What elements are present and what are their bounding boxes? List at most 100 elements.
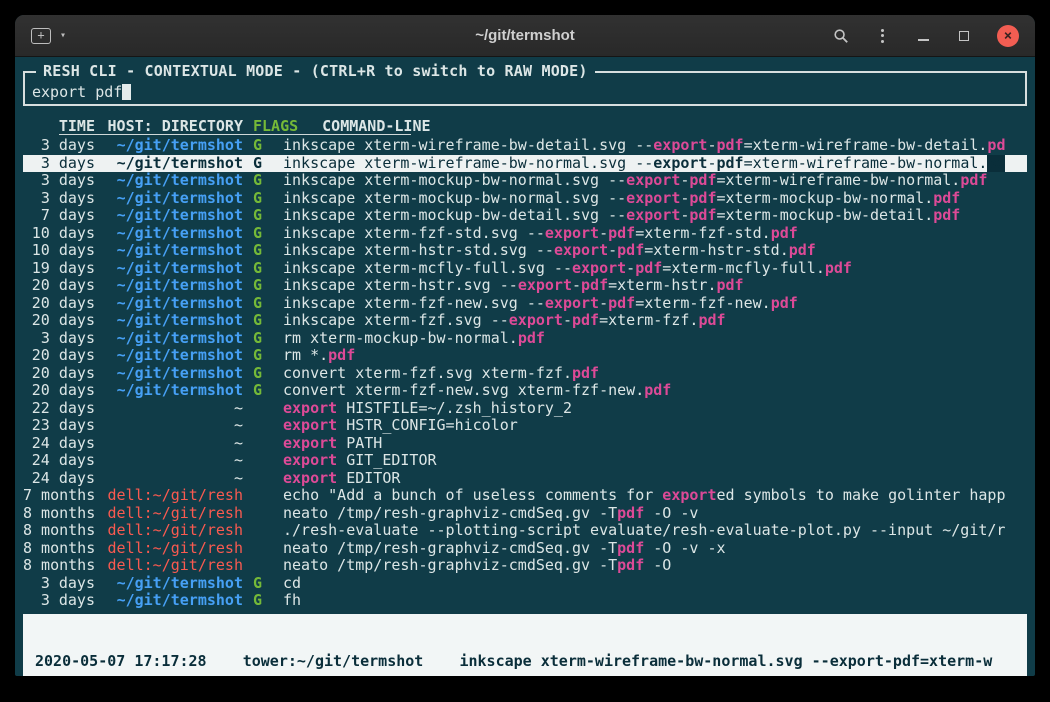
- flags-cell: [243, 487, 277, 505]
- time-cell: 3 days: [23, 190, 95, 208]
- search-icon[interactable]: [833, 28, 849, 44]
- host-directory-cell: ~/git/termshot: [95, 207, 243, 225]
- command-cell: neato /tmp/resh-graphviz-cmdSeq.gv -Tpdf…: [277, 540, 1027, 558]
- host-directory-cell: ~/git/termshot: [95, 277, 243, 295]
- flags-cell: G: [243, 137, 277, 155]
- header-host-directory: HOST: DIRECTORY: [95, 116, 243, 136]
- table-row[interactable]: 8 monthsdell:~/git/resh./resh-evaluate -…: [23, 522, 1027, 540]
- flags-cell: G: [243, 382, 277, 400]
- time-cell: 8 months: [23, 505, 95, 523]
- flags-cell: G: [243, 172, 277, 190]
- command-cell: convert xterm-fzf.svg xterm-fzf.pdf: [277, 365, 1027, 383]
- host-directory-cell: ~/git/termshot: [95, 312, 243, 330]
- history-table-body: 3 days~/git/termshotGinkscape xterm-wire…: [23, 137, 1027, 610]
- text-cursor: [122, 84, 131, 100]
- table-row-selected[interactable]: 3 days~/git/termshotGinkscape xterm-wire…: [23, 155, 1027, 173]
- time-cell: 3 days: [23, 155, 95, 173]
- table-row[interactable]: 3 days~/git/termshotGinkscape xterm-mock…: [23, 172, 1027, 190]
- table-row[interactable]: 10 days~/git/termshotGinkscape xterm-hst…: [23, 242, 1027, 260]
- table-row[interactable]: 20 days~/git/termshotGconvert xterm-fzf.…: [23, 365, 1027, 383]
- flags-cell: [243, 452, 277, 470]
- table-row[interactable]: 19 days~/git/termshotGinkscape xterm-mcf…: [23, 260, 1027, 278]
- host-directory-cell: dell:~/git/resh: [95, 557, 243, 575]
- host-directory-cell: ~: [95, 470, 243, 488]
- flags-cell: G: [243, 155, 277, 173]
- restore-icon[interactable]: [956, 28, 972, 44]
- flags-cell: G: [243, 260, 277, 278]
- time-cell: 20 days: [23, 365, 95, 383]
- host-directory-cell: dell:~/git/resh: [95, 522, 243, 540]
- table-row[interactable]: 3 days~/git/termshotGinkscape xterm-wire…: [23, 137, 1027, 155]
- table-row[interactable]: 3 days~/git/termshotGinkscape xterm-mock…: [23, 190, 1027, 208]
- table-header: TIME HOST: DIRECTORY FLAGS COMMAND-LINE: [23, 116, 1027, 136]
- table-row[interactable]: 7 days~/git/termshotGinkscape xterm-mock…: [23, 207, 1027, 225]
- flags-cell: G: [243, 592, 277, 610]
- table-row[interactable]: 22 days~export HISTFILE=~/.zsh_history_2: [23, 400, 1027, 418]
- table-row[interactable]: 20 days~/git/termshotGinkscape xterm-hst…: [23, 277, 1027, 295]
- flags-cell: [243, 557, 277, 575]
- table-row[interactable]: 20 days~/git/termshotGinkscape xterm-fzf…: [23, 295, 1027, 313]
- table-row[interactable]: 24 days~export PATH: [23, 435, 1027, 453]
- search-input[interactable]: export pdf: [32, 83, 1018, 101]
- header-command-line: COMMAND-LINE: [298, 116, 1027, 136]
- titlebar[interactable]: + ▾ ~/git/termshot ×: [15, 15, 1035, 57]
- table-row[interactable]: 3 days~/git/termshotGfh: [23, 592, 1027, 610]
- command-cell: inkscape xterm-wireframe-bw-normal.svg -…: [277, 155, 1027, 173]
- table-row[interactable]: 8 monthsdell:~/git/reshneato /tmp/resh-g…: [23, 557, 1027, 575]
- flags-cell: G: [243, 277, 277, 295]
- close-icon[interactable]: ×: [997, 25, 1019, 47]
- table-row[interactable]: 24 days~export GIT_EDITOR: [23, 452, 1027, 470]
- table-row[interactable]: 20 days~/git/termshotGrm *.pdf: [23, 347, 1027, 365]
- new-tab-icon[interactable]: +: [31, 28, 51, 44]
- flags-cell: G: [243, 190, 277, 208]
- host-directory-cell: ~/git/termshot: [95, 242, 243, 260]
- time-cell: 20 days: [23, 295, 95, 313]
- flags-cell: [243, 400, 277, 418]
- flags-cell: G: [243, 242, 277, 260]
- flags-cell: [243, 522, 277, 540]
- host-directory-cell: dell:~/git/resh: [95, 487, 243, 505]
- host-directory-cell: ~/git/termshot: [95, 190, 243, 208]
- status-line-1: 2020-05-07 17:17:28 tower:~/git/termshot…: [35, 652, 1021, 670]
- search-query-text: export pdf: [32, 83, 122, 101]
- menu-kebab-icon[interactable]: [874, 28, 890, 44]
- table-row[interactable]: 3 days~/git/termshotGrm xterm-mockup-bw-…: [23, 330, 1027, 348]
- table-row[interactable]: 20 days~/git/termshotGconvert xterm-fzf-…: [23, 382, 1027, 400]
- table-row[interactable]: 8 monthsdell:~/git/reshneato /tmp/resh-g…: [23, 505, 1027, 523]
- host-directory-cell: ~/git/termshot: [95, 137, 243, 155]
- command-cell: inkscape xterm-mockup-bw-detail.svg --ex…: [277, 207, 1027, 225]
- command-cell: inkscape xterm-wireframe-bw-detail.svg -…: [277, 137, 1027, 155]
- command-cell: export GIT_EDITOR: [277, 452, 1027, 470]
- time-cell: 20 days: [23, 347, 95, 365]
- terminal-window: + ▾ ~/git/termshot × RESH CLI - CONTEXTU…: [15, 15, 1035, 676]
- time-cell: 19 days: [23, 260, 95, 278]
- flags-cell: G: [243, 330, 277, 348]
- time-cell: 8 months: [23, 522, 95, 540]
- time-cell: 7 months: [23, 487, 95, 505]
- host-directory-cell: ~/git/termshot: [95, 575, 243, 593]
- command-cell: export HISTFILE=~/.zsh_history_2: [277, 400, 1027, 418]
- terminal-content: RESH CLI - CONTEXTUAL MODE - (CTRL+R to …: [15, 57, 1035, 676]
- flags-cell: G: [243, 312, 277, 330]
- command-cell: inkscape xterm-fzf.svg --export-pdf=xter…: [277, 312, 1027, 330]
- time-cell: 20 days: [23, 382, 95, 400]
- flags-cell: G: [243, 575, 277, 593]
- time-cell: 22 days: [23, 400, 95, 418]
- command-cell: inkscape xterm-hstr.svg --export-pdf=xte…: [277, 277, 1027, 295]
- table-row[interactable]: 23 days~export HSTR_CONFIG=hicolor: [23, 417, 1027, 435]
- flags-cell: G: [243, 225, 277, 243]
- table-row[interactable]: 3 days~/git/termshotGcd: [23, 575, 1027, 593]
- table-row[interactable]: 7 monthsdell:~/git/reshecho "Add a bunch…: [23, 487, 1027, 505]
- table-row[interactable]: 24 days~export EDITOR: [23, 470, 1027, 488]
- minimize-icon[interactable]: [915, 28, 931, 44]
- table-row[interactable]: 8 monthsdell:~/git/reshneato /tmp/resh-g…: [23, 540, 1027, 558]
- command-cell: inkscape xterm-mockup-bw-normal.svg --ex…: [277, 172, 1027, 190]
- time-cell: 3 days: [23, 137, 95, 155]
- host-directory-cell: ~: [95, 435, 243, 453]
- table-row[interactable]: 20 days~/git/termshotGinkscape xterm-fzf…: [23, 312, 1027, 330]
- search-panel: RESH CLI - CONTEXTUAL MODE - (CTRL+R to …: [23, 71, 1027, 106]
- chevron-down-icon[interactable]: ▾: [60, 31, 66, 41]
- table-row[interactable]: 10 days~/git/termshotGinkscape xterm-fzf…: [23, 225, 1027, 243]
- command-cell: export HSTR_CONFIG=hicolor: [277, 417, 1027, 435]
- command-cell: neato /tmp/resh-graphviz-cmdSeq.gv -Tpdf…: [277, 505, 1027, 523]
